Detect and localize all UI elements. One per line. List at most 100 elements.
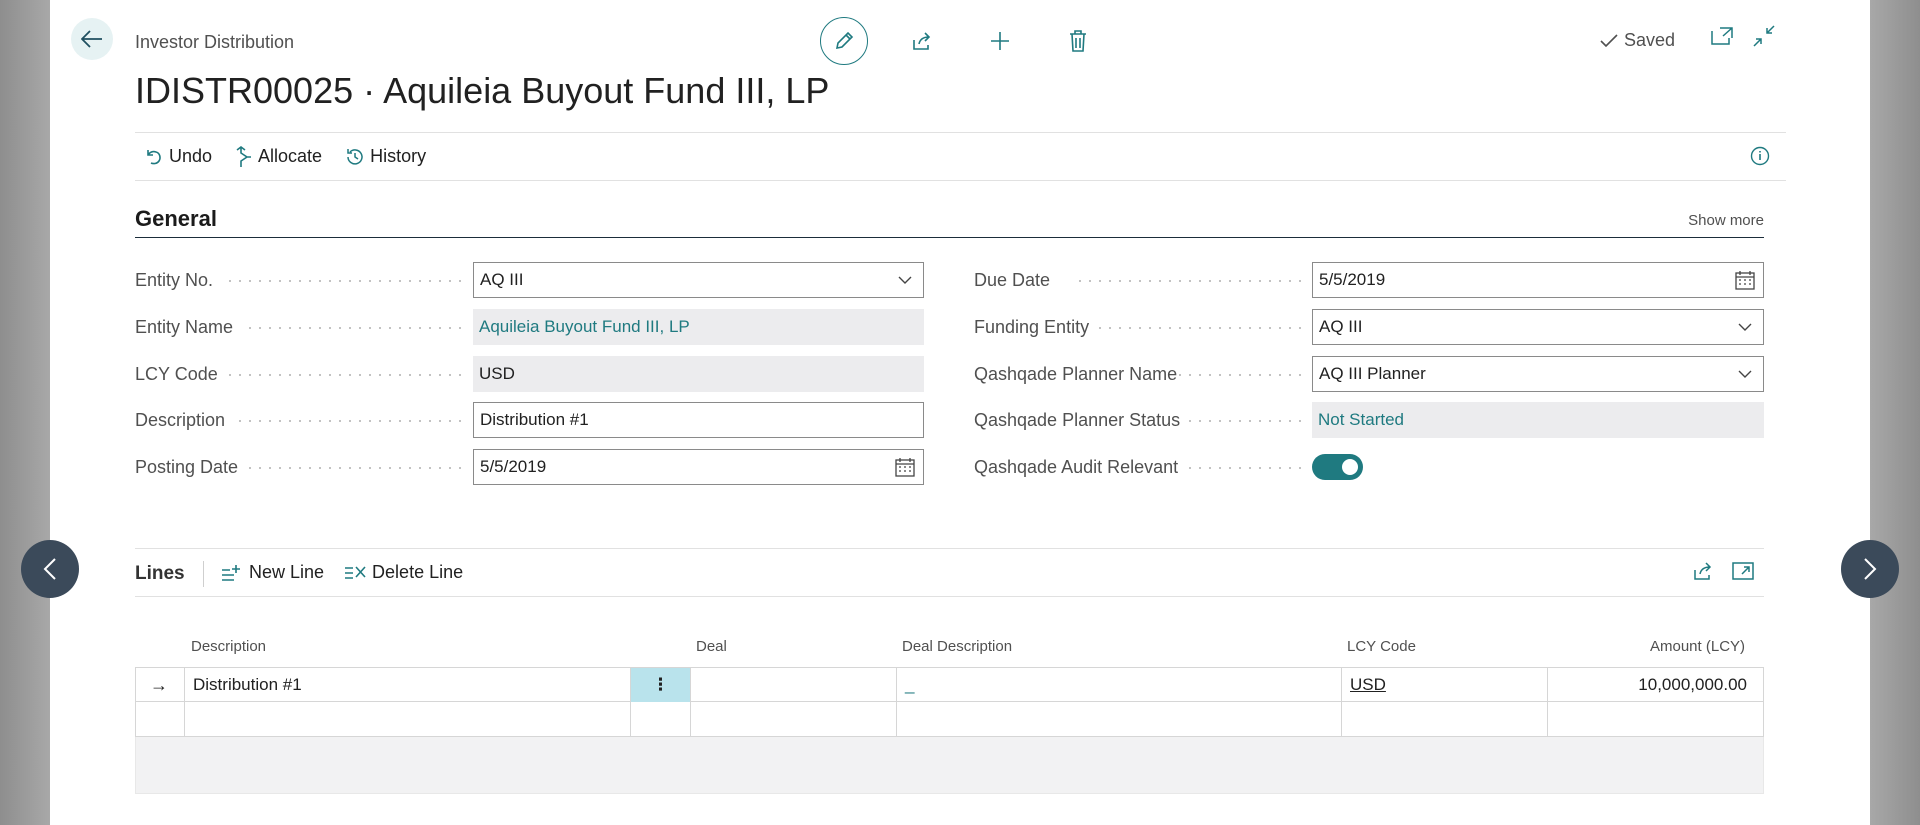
open-in-new-window-icon — [1711, 27, 1733, 45]
undo-label: Undo — [169, 146, 213, 166]
entity-no-input[interactable]: AQ III — [473, 262, 924, 298]
row-description-cell[interactable]: Distribution #1 — [185, 668, 631, 702]
column-header-deal[interactable]: Deal — [696, 638, 727, 655]
allocate-icon — [236, 145, 252, 167]
input-value: AQ III Planner — [1319, 364, 1426, 383]
dotted-leader — [245, 327, 465, 329]
dotted-leader — [225, 374, 465, 376]
page-card: Investor Distribution IDISTR00025 · Aqui… — [50, 0, 1870, 825]
general-section-title[interactable]: General — [135, 206, 217, 232]
empty-cell[interactable] — [1342, 702, 1548, 736]
dotted-leader — [1175, 374, 1305, 376]
action-bar: Undo Allocate History — [135, 132, 1786, 181]
divider — [203, 561, 204, 587]
dotted-leader — [1095, 327, 1305, 329]
description-input[interactable]: Distribution #1 — [473, 402, 924, 438]
calendar-icon[interactable] — [1735, 270, 1755, 290]
undo-button[interactable]: Undo — [145, 146, 212, 167]
input-value: Not Started — [1318, 410, 1404, 429]
field-label: Entity Name — [135, 317, 234, 337]
grid-empty-area — [135, 737, 1764, 794]
field-label: Funding Entity — [974, 317, 1090, 337]
empty-cell[interactable] — [185, 702, 631, 736]
row-lcy-code-cell[interactable]: USD — [1342, 668, 1548, 702]
input-value: Aquileia Buyout Fund III, LP — [479, 317, 690, 336]
allocate-button[interactable]: Allocate — [236, 145, 323, 168]
lines-grid: → Distribution #1 ⋮ _ USD 10,000,000.00 — [135, 667, 1764, 794]
input-value: Distribution #1 — [480, 410, 589, 429]
share-button[interactable] — [898, 17, 946, 65]
delete-line-button[interactable]: Delete Line — [344, 562, 463, 583]
column-header-description[interactable]: Description — [191, 638, 266, 655]
new-line-button[interactable]: New Line — [221, 562, 324, 583]
field-label: Qashqade Planner Name — [974, 364, 1178, 384]
planner-name-input[interactable]: AQ III Planner — [1312, 356, 1764, 392]
field-label: Entity No. — [135, 270, 214, 290]
due-date-input[interactable]: 5/5/2019 — [1312, 262, 1764, 298]
chevron-right-icon — [1864, 558, 1877, 580]
expand-icon — [1732, 562, 1754, 580]
column-header-deal-description[interactable]: Deal Description — [902, 638, 1012, 655]
lines-actions: New Line Delete Line — [221, 562, 463, 583]
new-button[interactable] — [976, 17, 1024, 65]
next-record-button[interactable] — [1841, 540, 1899, 598]
field-planner-name: Qashqade Planner Name — [974, 356, 1177, 392]
lines-toolbar: Lines New Line Delete Line — [135, 548, 1764, 597]
breadcrumb: Investor Distribution — [135, 32, 295, 52]
table-row-empty[interactable] — [135, 702, 1764, 737]
history-label: History — [370, 146, 427, 166]
delete-line-icon — [345, 565, 366, 579]
collapse-icon — [1753, 25, 1775, 47]
dotted-leader — [225, 280, 465, 282]
empty-cell — [631, 702, 691, 736]
show-more-link[interactable]: Show more — [1688, 212, 1764, 229]
chevron-down-icon — [1738, 370, 1752, 378]
chevron-left-icon — [43, 558, 56, 580]
lines-title[interactable]: Lines — [135, 563, 185, 585]
trash-icon — [1070, 30, 1086, 52]
field-audit-relevant: Qashqade Audit Relevant — [974, 449, 1178, 485]
back-button[interactable] — [71, 18, 113, 60]
info-icon — [1750, 146, 1770, 166]
field-planner-status: Qashqade Planner Status — [974, 402, 1180, 438]
delete-line-label: Delete Line — [372, 562, 464, 582]
history-button[interactable]: History — [346, 146, 426, 167]
empty-cell[interactable] — [897, 702, 1342, 736]
input-value: 5/5/2019 — [480, 457, 547, 476]
input-value: AQ III — [480, 270, 524, 289]
new-line-label: New Line — [249, 562, 325, 582]
calendar-icon[interactable] — [895, 457, 915, 477]
funding-entity-input[interactable]: AQ III — [1312, 309, 1764, 345]
row-amount-cell[interactable]: 10,000,000.00 — [1548, 668, 1763, 702]
field-funding-entity: Funding Entity — [974, 309, 1089, 345]
open-new-window-button[interactable] — [1710, 24, 1734, 48]
row-deal-cell[interactable] — [691, 668, 897, 702]
row-arrow-icon: → — [136, 668, 185, 702]
delete-button[interactable] — [1054, 17, 1102, 65]
collapse-button[interactable] — [1752, 24, 1776, 48]
lcy-code-value: USD — [473, 356, 924, 392]
audit-relevant-toggle[interactable] — [1312, 454, 1363, 480]
field-label: Posting Date — [135, 457, 239, 477]
dotted-leader — [245, 467, 465, 469]
posting-date-input[interactable]: 5/5/2019 — [473, 449, 924, 485]
empty-cell[interactable] — [1548, 702, 1763, 736]
row-deal-description-cell[interactable]: _ — [897, 668, 1342, 702]
empty-cell — [136, 702, 185, 736]
column-header-amount[interactable]: Amount (LCY) — [1650, 638, 1745, 655]
lines-expand-button[interactable] — [1732, 561, 1754, 586]
previous-record-button[interactable] — [21, 540, 79, 598]
table-row[interactable]: → Distribution #1 ⋮ _ USD 10,000,000.00 — [135, 667, 1764, 702]
saved-label: Saved — [1624, 30, 1676, 50]
lines-share-button[interactable] — [1692, 561, 1714, 586]
field-entity-name: Entity Name — [135, 309, 233, 345]
field-label: Qashqade Audit Relevant — [974, 457, 1179, 477]
allocate-label: Allocate — [258, 146, 323, 166]
empty-cell[interactable] — [691, 702, 897, 736]
column-header-lcy-code[interactable]: LCY Code — [1347, 638, 1416, 655]
window-controls — [1710, 24, 1776, 48]
chevron-down-icon — [1738, 323, 1752, 331]
info-button[interactable] — [1750, 146, 1770, 171]
edit-button[interactable] — [820, 17, 868, 65]
row-menu-button[interactable]: ⋮ — [631, 668, 691, 702]
